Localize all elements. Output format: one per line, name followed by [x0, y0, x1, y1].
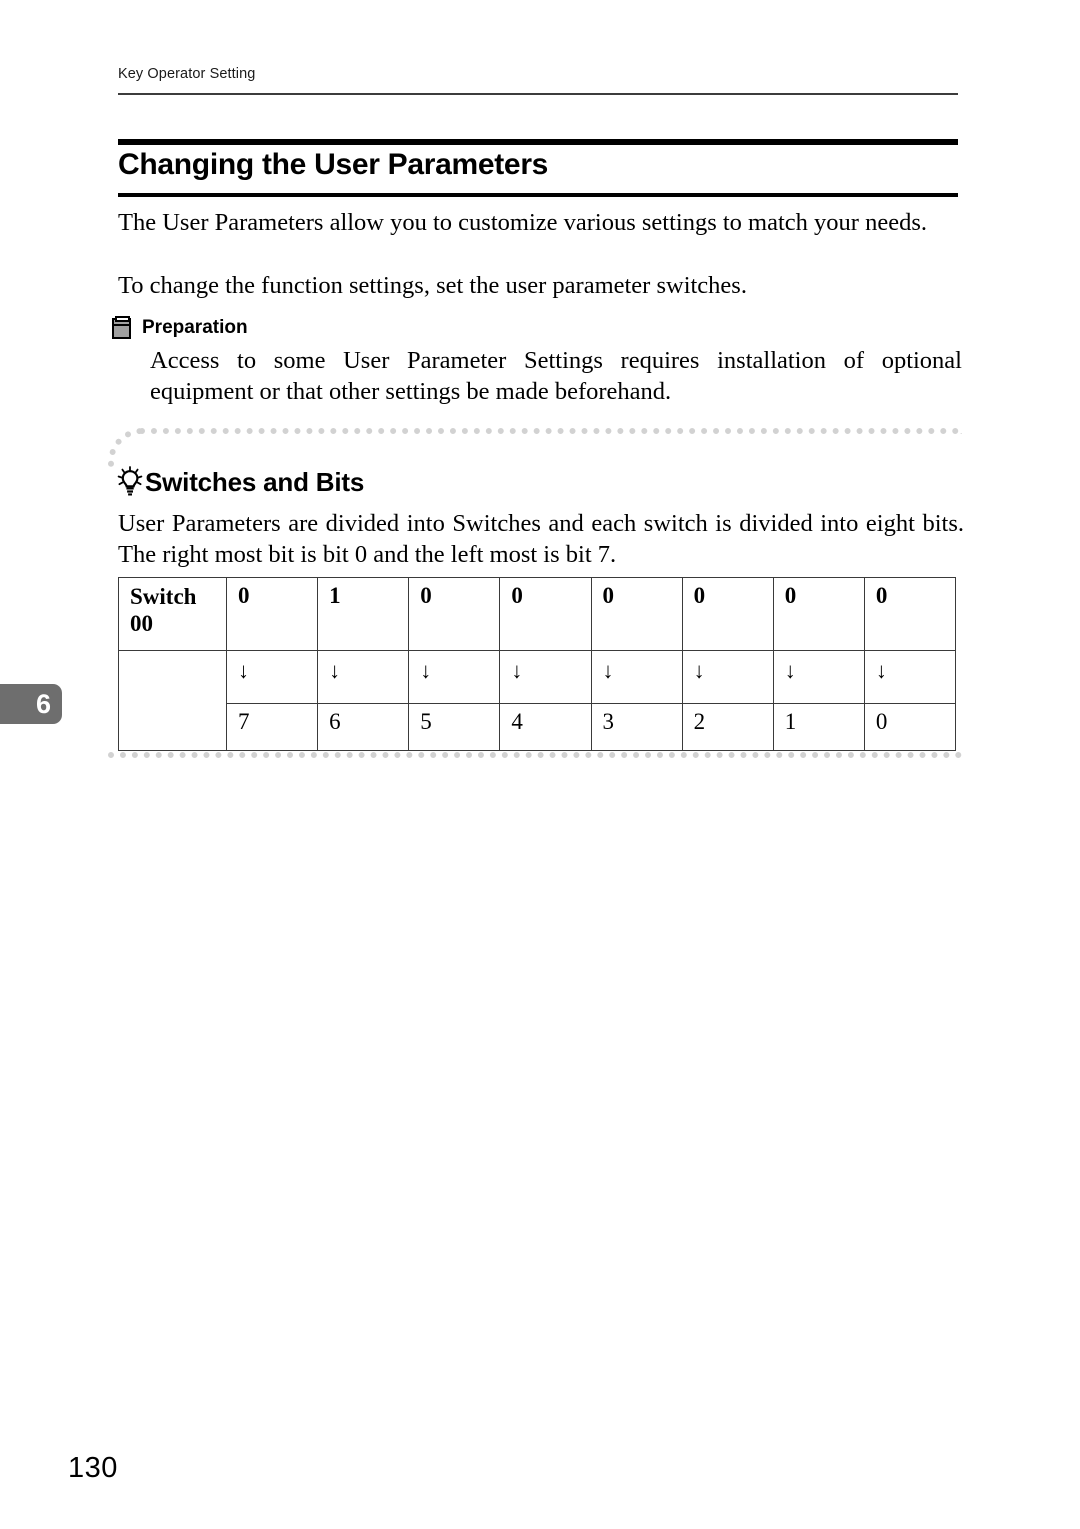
bit-number-cell: 0	[863, 703, 957, 751]
bit-number-cell: 6	[317, 703, 410, 751]
arrow-cell: ↓	[225, 650, 319, 704]
bit-number-cell: 2	[681, 703, 774, 751]
table-row-values: Switch 00 0 1 0 0 0 0 0 0	[118, 577, 957, 651]
paragraph-switches: User Parameters are divided into Switche…	[118, 510, 964, 568]
empty-cell	[118, 650, 227, 751]
arrow-cell: ↓	[499, 650, 592, 704]
switches-and-bits-heading: Switches and Bits	[116, 466, 364, 496]
table-row-arrows: ↓ ↓ ↓ ↓ ↓ ↓ ↓ ↓	[118, 650, 957, 751]
title-rule-top	[118, 139, 958, 145]
table-row-bit-numbers: 7 6 5 4 3 2 1 0	[119, 703, 957, 751]
document-page: Key Operator Setting Changing the User P…	[0, 0, 1080, 1529]
switch-label-line2: 00	[130, 611, 153, 636]
dotted-rule-bottom	[108, 752, 962, 758]
paragraph-change-settings: To change the function settings, set the…	[118, 272, 747, 299]
bit-value-cell: 0	[225, 577, 319, 651]
paragraph-preparation: Access to some User Parameter Settings r…	[150, 347, 962, 405]
book-icon	[112, 316, 134, 340]
switch-label-cell: Switch 00	[118, 577, 227, 651]
bit-value-cell: 0	[772, 577, 865, 651]
bit-number-cell: 5	[408, 703, 501, 751]
bit-number-cell: 7	[225, 703, 319, 751]
lightbulb-icon	[116, 466, 144, 496]
switches-and-bits-label: Switches and Bits	[145, 467, 365, 497]
arrow-cell: ↓	[772, 650, 865, 704]
arrow-cell: ↓	[317, 650, 410, 704]
preparation-heading: Preparation	[112, 316, 248, 340]
page-number: 130	[68, 1452, 118, 1484]
bit-value-cell: 0	[863, 577, 957, 651]
arrow-cell: ↓	[408, 650, 501, 704]
preparation-label: Preparation	[142, 317, 248, 338]
arrow-cell: ↓	[681, 650, 774, 704]
bit-value-cell: 0	[590, 577, 683, 651]
bit-value-cell: 0	[681, 577, 774, 651]
bit-number-cell: 4	[499, 703, 592, 751]
bit-value-cell: 0	[408, 577, 501, 651]
bit-number-cell: 1	[772, 703, 865, 751]
bit-number-cell: 3	[590, 703, 683, 751]
page-title: Changing the User Parameters	[118, 148, 549, 181]
arrow-cell: ↓	[863, 650, 957, 704]
bits-table: Switch 00 0 1 0 0 0 0 0 0 ↓ ↓ ↓ ↓ ↓ ↓ ↓ …	[118, 577, 957, 751]
chapter-tab: 6	[0, 684, 62, 724]
bit-value-cell: 0	[499, 577, 592, 651]
header-rule	[118, 93, 958, 95]
running-header: Key Operator Setting	[118, 66, 256, 82]
title-rule-bottom	[118, 193, 958, 197]
bit-value-cell: 1	[317, 577, 410, 651]
arrow-cell: ↓	[590, 650, 683, 704]
paragraph-intro: The User Parameters allow you to customi…	[118, 209, 927, 236]
switch-label-line1: Switch	[130, 584, 197, 609]
